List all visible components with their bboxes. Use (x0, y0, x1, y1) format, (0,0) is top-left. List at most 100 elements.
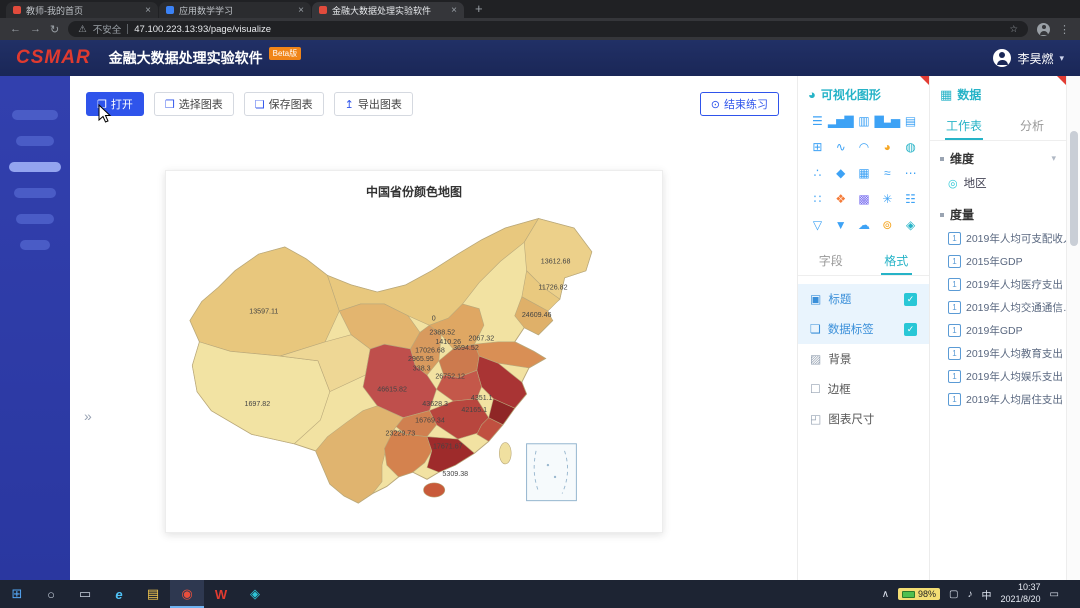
donut-chart-icon[interactable]: ◍ (905, 141, 914, 154)
grid-chart-icon[interactable]: ▩ (858, 193, 868, 206)
taskbar-start-icon[interactable]: ⊞ (0, 580, 34, 608)
pie-chart-icon[interactable]: ◕ (884, 141, 890, 154)
volume-icon[interactable]: ♪ (968, 589, 973, 600)
clock[interactable]: 10:37 2021/8/20 (1001, 582, 1041, 605)
measure-item[interactable]: 12015年GDP (930, 250, 1066, 273)
candlestick-icon[interactable]: ◆ (836, 167, 844, 180)
left-sidebar[interactable] (0, 76, 70, 580)
china-choropleth-map[interactable]: 13597.111697.8213612.6811726.8224609.460… (178, 202, 650, 522)
taskbar-chrome-icon[interactable]: ◉ (170, 580, 204, 608)
chart-canvas[interactable]: 中国省份颜色地图 (165, 170, 663, 533)
measure-item[interactable]: 12019年人均居住支出 (930, 388, 1066, 411)
nested-pie-icon[interactable]: ⊚ (882, 219, 891, 232)
format-row[interactable]: ☐边框 (798, 374, 929, 404)
battery-indicator[interactable]: 98% (898, 588, 940, 600)
profile-avatar-icon[interactable] (1037, 23, 1050, 36)
taskbar-edge-icon[interactable]: e (102, 580, 136, 608)
export-chart-button[interactable]: ↥导出图表 (334, 92, 413, 116)
bar-horizontal-icon[interactable]: ☰ (812, 115, 822, 128)
chevron-down-icon[interactable]: ▾ (1051, 153, 1056, 164)
map-region-0[interactable] (190, 247, 339, 356)
taskbar-wps-icon[interactable]: W (204, 580, 238, 608)
bookmark-star-icon[interactable]: ☆ (1009, 24, 1018, 35)
select-chart-button[interactable]: ❒选择图表 (154, 92, 234, 116)
funnel-chart-icon[interactable]: ▽ (813, 219, 821, 232)
map-region-22[interactable] (423, 483, 444, 497)
dot-plot-icon[interactable]: ⋯ (905, 167, 916, 180)
checkbox-checked[interactable]: ✓ (904, 293, 917, 306)
treemap-icon[interactable]: ❖ (835, 193, 845, 206)
open-button[interactable]: ❐打开 (86, 92, 144, 116)
sidebar-item-active[interactable] (9, 162, 61, 172)
measure-item[interactable]: 12019年人均教育支出 (930, 342, 1066, 365)
map-value-label: 11726.82 (538, 284, 567, 292)
browser-tab[interactable]: 教师-我的首页× (6, 2, 158, 18)
sidebar-item[interactable] (16, 136, 54, 146)
sidebar-expand-icon[interactable]: » (84, 408, 92, 424)
format-row[interactable]: ▣标题✓ (798, 284, 929, 314)
measure-item[interactable]: 12019年人均医疗支出 (930, 273, 1066, 296)
action-center-icon[interactable]: ▭ (1050, 589, 1059, 600)
area-chart-icon[interactable]: ◠ (859, 141, 868, 154)
pyramid-chart-icon[interactable]: ▼ (835, 219, 846, 232)
dimension-section-header[interactable]: 维度 ▾ (930, 141, 1066, 171)
table-chart-icon[interactable]: ⊞ (812, 141, 821, 154)
taskbar-search-icon[interactable]: ○ (34, 580, 68, 608)
dimension-item-region[interactable]: ◎ 地区 (930, 171, 1066, 197)
sidebar-item[interactable] (16, 214, 54, 224)
tab-close-icon[interactable]: × (298, 5, 304, 16)
line-chart-icon[interactable]: ∿ (836, 141, 845, 154)
tab-field[interactable]: 字段 (798, 246, 864, 275)
bar-stacked-icon[interactable]: ▇▃▅ (874, 115, 899, 128)
measure-item[interactable]: 12019年人均娱乐支出 (930, 365, 1066, 388)
user-menu[interactable]: 李昊燃 ▾ (993, 49, 1064, 67)
wordcloud-icon[interactable]: ☁ (858, 219, 869, 232)
tab-close-icon[interactable]: × (145, 5, 151, 16)
heatmap-icon[interactable]: ▦ (858, 167, 868, 180)
histogram-icon[interactable]: ▥ (858, 115, 868, 128)
browser-tab[interactable]: 应用数学学习× (159, 2, 311, 18)
url-field[interactable]: ⚠ 不安全 47.100.223.13:93/page/visualize ☆ (68, 21, 1028, 37)
radar-chart-icon[interactable]: ✳ (882, 193, 891, 206)
save-icon: ❏ (255, 98, 265, 111)
sidebar-item[interactable] (14, 188, 56, 198)
display-icon[interactable]: ▢ (949, 589, 958, 600)
page-scrollbar[interactable] (1066, 76, 1080, 580)
map-chart-icon[interactable]: ◈ (906, 219, 914, 232)
scatter-chart-icon[interactable]: ∴ (814, 167, 821, 180)
measure-item[interactable]: 12019年人均交通通信… (930, 296, 1066, 319)
taskbar-task-view-icon[interactable]: ▭ (68, 580, 102, 608)
tab-close-icon[interactable]: × (451, 5, 457, 16)
new-tab-button[interactable]: + (475, 1, 483, 16)
format-row[interactable]: ❏数据标签✓ (798, 314, 929, 344)
step-line-icon[interactable]: ≈ (884, 167, 890, 180)
sidebar-item[interactable] (12, 110, 58, 120)
back-icon[interactable]: ← (10, 23, 21, 35)
sidebar-item[interactable] (20, 240, 50, 250)
tray-expand-icon[interactable]: ∧ (882, 589, 889, 600)
tab-analysis[interactable]: 分析 (998, 111, 1066, 140)
format-row[interactable]: ▨背景 (798, 344, 929, 374)
scrollbar-thumb[interactable] (1070, 131, 1078, 246)
taskbar-dingtalk-icon[interactable]: ◈ (238, 580, 272, 608)
forward-icon[interactable]: → (30, 23, 41, 35)
browser-tab[interactable]: 金融大数据处理实验软件× (312, 2, 464, 18)
bar-vertical-icon[interactable]: ▂▅▇ (828, 115, 853, 128)
save-chart-button[interactable]: ❏保存图表 (244, 92, 324, 116)
measure-item[interactable]: 12019年人均可支配收入 (930, 227, 1066, 250)
browser-menu-icon[interactable]: ⋮ (1059, 23, 1070, 36)
map-region-23[interactable] (499, 443, 511, 464)
tab-format[interactable]: 格式 (864, 246, 930, 275)
taskbar-file-explorer-icon[interactable]: ▤ (136, 580, 170, 608)
bubble-chart-icon[interactable]: ∷ (814, 193, 821, 206)
ime-indicator[interactable]: 中 (982, 587, 992, 602)
bar-grouped-icon[interactable]: ▤ (905, 115, 915, 128)
measure-section-header[interactable]: 度量 (930, 197, 1066, 227)
finish-practice-button[interactable]: ⊙结束练习 (700, 92, 779, 116)
gauge-chart-icon[interactable]: ☷ (905, 193, 915, 206)
checkbox-checked[interactable]: ✓ (904, 323, 917, 336)
format-row[interactable]: ◰图表尺寸 (798, 404, 929, 434)
tab-worksheet[interactable]: 工作表 (930, 111, 998, 140)
measure-item[interactable]: 12019年GDP (930, 319, 1066, 342)
refresh-icon[interactable]: ↻ (50, 23, 59, 36)
